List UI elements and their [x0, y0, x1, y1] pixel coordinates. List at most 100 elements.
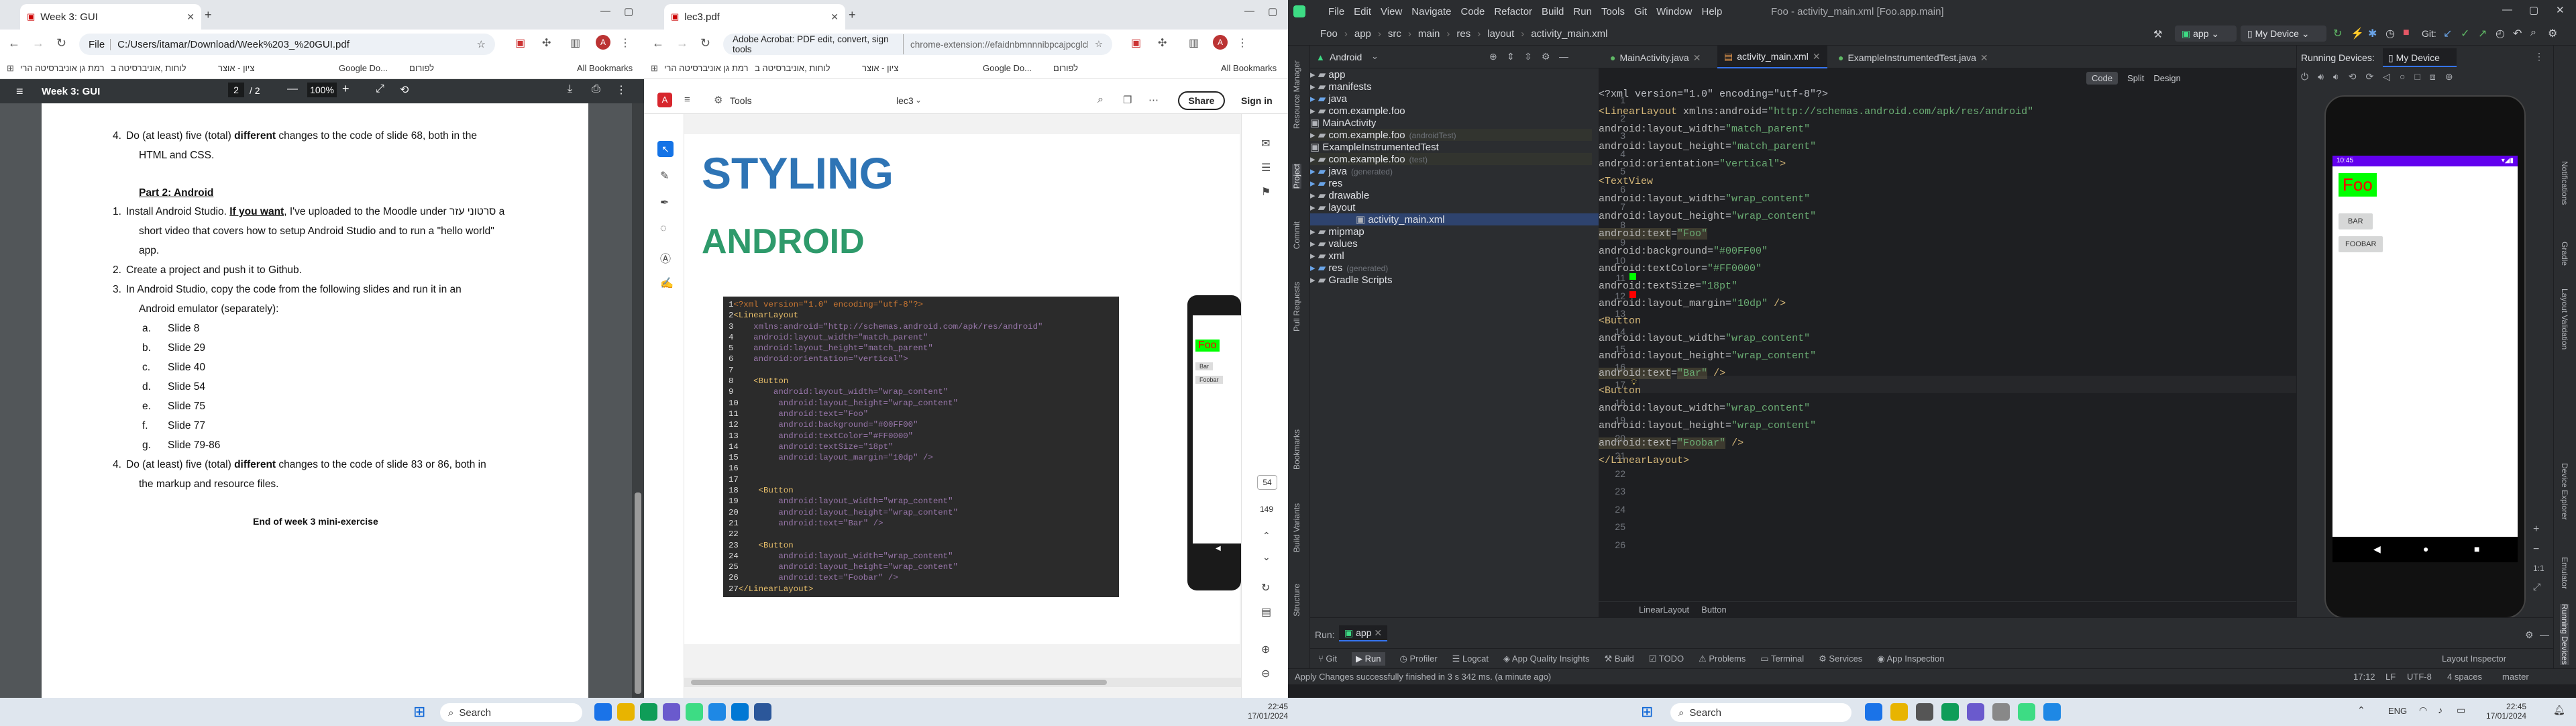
run-icon[interactable]: ↻: [2333, 27, 2342, 40]
hide-panel-icon[interactable]: —: [1559, 51, 1568, 62]
expand-all-icon[interactable]: ⇕: [1507, 51, 1515, 62]
code-line[interactable]: <?xml version="1.0" encoding="utf-8"?>: [1599, 86, 2296, 103]
menu-kebab-icon[interactable]: ⋮: [620, 36, 631, 50]
tree-item[interactable]: ▸ ▰ drawable: [1310, 189, 1599, 201]
back-icon[interactable]: ←: [8, 36, 20, 50]
layout-validation-tab[interactable]: Layout Validation: [2560, 289, 2569, 350]
rotate-left-icon[interactable]: ⟲: [2349, 71, 2357, 86]
pen-icon[interactable]: ✒: [660, 196, 669, 209]
language-indicator[interactable]: ENG: [2388, 706, 2407, 716]
zoom-input[interactable]: 100%: [307, 83, 337, 97]
tree-item[interactable]: ▣ ExampleInstrumentedTest: [1310, 141, 1599, 153]
star-icon[interactable]: ☆: [1095, 39, 1103, 50]
chrome-app-icon[interactable]: [1941, 703, 1959, 721]
device-explorer-tab[interactable]: Device Explorer: [2560, 463, 2569, 520]
minimize-icon[interactable]: —: [2502, 4, 2512, 15]
puzzle-icon[interactable]: ✣: [1158, 36, 1167, 50]
collapse-all-icon[interactable]: ⇳: [1524, 51, 1532, 62]
run-config-select[interactable]: ▣ app ⌄: [2175, 25, 2237, 42]
bookmark-1[interactable]: רמת גן אוניברסיטה הרי: [664, 63, 748, 73]
search-icon[interactable]: ⌕: [1097, 94, 1104, 106]
commit-tab[interactable]: Commit: [1292, 221, 1301, 249]
bookmark-4[interactable]: Google Do...: [983, 63, 1032, 73]
maximize-icon[interactable]: ▢: [2529, 4, 2538, 16]
code-line[interactable]: android:layout_width="wrap_content": [1599, 191, 2296, 208]
tree-item[interactable]: ▸ ▰ res: [1310, 177, 1599, 189]
tree-item[interactable]: ▸ ▰ manifests: [1310, 81, 1599, 93]
page-down-icon[interactable]: ⌄: [1263, 552, 1271, 563]
forward-icon[interactable]: →: [32, 36, 44, 50]
menu-view[interactable]: View: [1381, 6, 1402, 17]
tray-chevron-icon[interactable]: ⌃: [2357, 705, 2365, 716]
bookmark-2[interactable]: לוחות ,אוניברסיטה ב: [111, 63, 186, 73]
minimize-icon[interactable]: —: [1244, 5, 1254, 17]
bookmarks-tab[interactable]: Bookmarks: [1292, 429, 1301, 470]
settings-app-icon[interactable]: [1992, 703, 2010, 721]
gradle-tab[interactable]: Gradle: [2560, 242, 2569, 266]
bottom-tab-services[interactable]: ⚙ Services: [1819, 654, 1862, 664]
discord-app-icon[interactable]: [663, 703, 680, 721]
code-view-button[interactable]: Code: [2086, 71, 2118, 85]
revert-icon[interactable]: ↶: [2513, 27, 2522, 40]
copy-icon[interactable]: ❐: [1123, 94, 1132, 106]
tree-item[interactable]: ▣ MainActivity: [1310, 117, 1599, 129]
sign-in-link[interactable]: Sign in: [1241, 95, 1273, 106]
page-up-icon[interactable]: ⌃: [1263, 530, 1271, 541]
sidepanel-icon[interactable]: ▥: [570, 36, 580, 50]
structure-tab[interactable]: Structure: [1292, 584, 1301, 617]
split-view-button[interactable]: Split: [2127, 73, 2144, 83]
tree-item[interactable]: ▸ ▰ values: [1310, 238, 1599, 250]
chat-icon[interactable]: ✉: [1261, 137, 1270, 150]
encoding[interactable]: UTF-8: [2407, 669, 2432, 685]
bottom-tab-logcat[interactable]: ☰ Logcat: [1452, 654, 1489, 664]
screenshot-icon[interactable]: ⧈: [2430, 71, 2436, 86]
close-tab-icon[interactable]: ✕: [1693, 52, 1701, 64]
bottom-tab-app-quality-insights[interactable]: ◈ App Quality Insights: [1503, 654, 1590, 664]
download-icon[interactable]: ⤓: [568, 83, 572, 95]
tree-item[interactable]: ▸ ▰ xml: [1310, 250, 1599, 262]
code-line[interactable]: android:text="Foo": [1599, 225, 2296, 243]
breadcrumb-item[interactable]: activity_main.xml: [1531, 28, 1607, 40]
bookmark-2[interactable]: לוחות ,אוניברסיטה ב: [755, 63, 830, 73]
start-icon[interactable]: ⊞: [413, 703, 425, 721]
vscode-app-icon[interactable]: [708, 703, 726, 721]
hammer-icon[interactable]: ⚒: [2153, 28, 2162, 40]
breadcrumb-item[interactable]: Foo: [1320, 28, 1338, 40]
emulator-tab[interactable]: Emulator: [2560, 557, 2569, 589]
project-tab[interactable]: Project: [1292, 164, 1301, 189]
maximize-icon[interactable]: ▢: [1268, 5, 1277, 17]
new-tab-icon[interactable]: +: [205, 8, 212, 22]
bookmark-5[interactable]: לפורום: [1053, 63, 1078, 73]
edge-app-icon[interactable]: [1865, 703, 1882, 721]
code-line[interactable]: android:layout_width="match_parent": [1599, 121, 2296, 138]
fit-screen-icon[interactable]: ⤢: [2533, 581, 2540, 592]
comments-icon[interactable]: ☰: [1261, 161, 1271, 174]
breadcrumb-item[interactable]: main: [1418, 28, 1440, 40]
overview-button-icon[interactable]: □: [2414, 71, 2420, 86]
code-line[interactable]: android:textColor="#FF0000": [1599, 260, 2296, 278]
bottom-tab-profiler[interactable]: ◷ Profiler: [1400, 654, 1438, 664]
left-address-bar[interactable]: File C:/Users/itamar/Download/Week%203_%…: [79, 34, 495, 55]
nav-overview-icon[interactable]: ■: [2474, 543, 2479, 554]
code-line[interactable]: android:background="#00FF00": [1599, 243, 2296, 260]
all-bookmarks[interactable]: All Bookmarks: [1221, 63, 1277, 73]
studio-app-icon[interactable]: [2018, 703, 2035, 721]
stamp-icon[interactable]: ✍: [660, 276, 674, 290]
menu-build[interactable]: Build: [1542, 6, 1564, 17]
reload-icon[interactable]: ↻: [56, 36, 66, 50]
nav-back-icon[interactable]: ◀: [2373, 543, 2381, 555]
notifications-tab[interactable]: Notifications: [2560, 161, 2569, 205]
run-app-tab[interactable]: ▣ app ✕: [1339, 625, 1388, 641]
avatar[interactable]: A: [596, 35, 610, 50]
extension-icon[interactable]: ▣: [515, 36, 525, 50]
tree-item[interactable]: ▸ ▰ com.example.foo (test): [1310, 153, 1592, 165]
tree-item[interactable]: ▸ ▰ app: [1310, 68, 1599, 81]
sidepanel-icon[interactable]: ▥: [1189, 36, 1199, 50]
close-tab-icon[interactable]: ✕: [1813, 51, 1821, 62]
locate-icon[interactable]: ⊕: [1489, 51, 1497, 62]
pdf-scroll-thumb[interactable]: [635, 492, 641, 694]
rotate-icon[interactable]: ⟲: [400, 83, 409, 97]
battery-icon[interactable]: ▭: [2457, 705, 2465, 716]
extension-icon[interactable]: ▣: [1131, 36, 1141, 50]
horizontal-scrollbar[interactable]: [684, 678, 1241, 687]
